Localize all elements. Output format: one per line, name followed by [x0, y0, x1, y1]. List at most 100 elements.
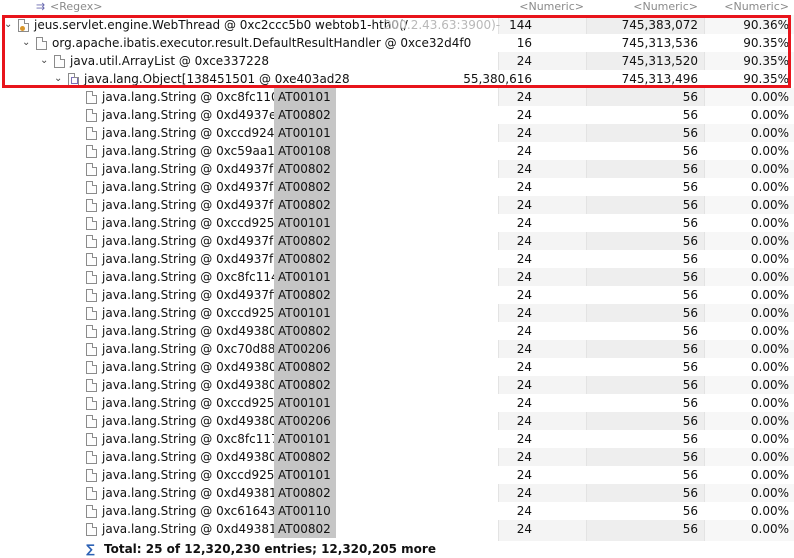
- object-file-icon: [86, 361, 97, 374]
- string-object-name: java.lang.String @ 0xd4937f38: [102, 162, 289, 176]
- total-label: Total: 25 of 12,320,230 entries; 12,320,…: [104, 542, 436, 556]
- string-row[interactable]: java.lang.String @ 0xd49380e8 AT00802 24 56…: [0, 448, 794, 466]
- shallow-heap: 24: [516, 216, 532, 230]
- shallow-heap: 24: [516, 468, 532, 482]
- string-row[interactable]: java.lang.String @ 0xd4938078 AT00802 24 56…: [0, 376, 794, 394]
- string-row[interactable]: java.lang.String @ 0xd4938120 AT00802 24 56…: [0, 484, 794, 502]
- string-row[interactable]: java.lang.String @ 0xccd925d0 AT00101 24 56…: [0, 466, 794, 484]
- retained-heap: 56: [682, 306, 698, 320]
- string-row[interactable]: java.lang.String @ 0xccd924f0 AT00101 24 56…: [0, 124, 794, 142]
- retained-heap: 56: [682, 378, 698, 392]
- string-row[interactable]: java.lang.String @ 0xc70d8888 AT00206 24 56…: [0, 340, 794, 358]
- retained-heap: 56: [682, 108, 698, 122]
- retained-heap: 56: [682, 342, 698, 356]
- retained-percent: 0.00%: [750, 468, 789, 482]
- shallow-heap: 24: [516, 342, 532, 356]
- shallow-heap: 24: [516, 198, 532, 212]
- regex-filter-input[interactable]: <Regex>: [50, 0, 102, 14]
- object-file-icon: [86, 217, 97, 230]
- string-object-name: java.lang.String @ 0xccd924f0: [102, 126, 287, 140]
- string-row[interactable]: java.lang.String @ 0xc8fc1178 AT00101 24 56…: [0, 430, 794, 448]
- shallow-heap: 24: [516, 450, 532, 464]
- string-row[interactable]: java.lang.String @ 0xd4938158 AT00802 24 56…: [0, 520, 794, 538]
- object-file-icon: [86, 397, 97, 410]
- string-object-name: java.lang.String @ 0xd49380b0: [102, 414, 292, 428]
- string-value: AT00802: [274, 448, 336, 466]
- retained-percent: 0.00%: [750, 216, 789, 230]
- retained-percent: 0.00%: [750, 486, 789, 500]
- string-row[interactable]: java.lang.String @ 0xd4937ff0 AT00802 24 56…: [0, 286, 794, 304]
- object-file-icon: [86, 433, 97, 446]
- string-row[interactable]: java.lang.String @ 0xc61643e8 AT00110 24 56…: [0, 502, 794, 520]
- string-object-name: java.lang.String @ 0xccd92528: [102, 216, 290, 230]
- string-value: AT00101: [274, 214, 336, 232]
- string-object-name: java.lang.String @ 0xd4937fa0: [102, 234, 289, 248]
- object-file-icon: [86, 379, 97, 392]
- string-value: AT00101: [274, 124, 336, 142]
- object-file-icon: [86, 325, 97, 338]
- string-row[interactable]: java.lang.String @ 0xd4937fb8 AT00802 24 56…: [0, 250, 794, 268]
- retained-percent: 0.00%: [750, 270, 789, 284]
- string-row[interactable]: java.lang.String @ 0xccd92528 AT00101 24 56…: [0, 214, 794, 232]
- shallow-heap: 24: [516, 180, 532, 194]
- retained-percent: 0.00%: [750, 252, 789, 266]
- shallow-heap: 24: [516, 378, 532, 392]
- object-file-icon: [86, 451, 97, 464]
- object-file-icon: [86, 415, 97, 428]
- string-row[interactable]: java.lang.String @ 0xc8fc1140 AT00101 24 56…: [0, 268, 794, 286]
- object-file-icon: [86, 127, 97, 140]
- string-object-name: java.lang.String @ 0xd4937fb8: [102, 252, 289, 266]
- string-row[interactable]: java.lang.String @ 0xd49380b0 AT00206 24 56…: [0, 412, 794, 430]
- string-row[interactable]: java.lang.String @ 0xd4937ee0 AT00802 24 56…: [0, 106, 794, 124]
- string-row[interactable]: java.lang.String @ 0xccd92560 AT00101 24 56…: [0, 304, 794, 322]
- string-object-name: java.lang.String @ 0xc61643e8: [102, 504, 291, 518]
- string-object-name: java.lang.String @ 0xc8fc1108: [102, 90, 287, 104]
- retained-heap: 56: [682, 324, 698, 338]
- object-file-icon: [86, 163, 97, 176]
- shallow-heap: 24: [516, 396, 532, 410]
- string-row[interactable]: java.lang.String @ 0xd4937fa0 AT00802 24 56…: [0, 232, 794, 250]
- retained-heap: 56: [682, 396, 698, 410]
- string-value: AT00101: [274, 304, 336, 322]
- shallow-heap: 24: [516, 486, 532, 500]
- shallow-heap: 24: [516, 162, 532, 176]
- shallow-heap: 24: [516, 432, 532, 446]
- string-row[interactable]: java.lang.String @ 0xccd92598 AT00101 24 56…: [0, 394, 794, 412]
- object-file-icon: [86, 271, 97, 284]
- percent-filter-input[interactable]: <Numeric>: [724, 0, 789, 14]
- string-row[interactable]: java.lang.String @ 0xc59aa100 AT00108 24 56…: [0, 142, 794, 160]
- retained-percent: 0.00%: [750, 306, 789, 320]
- string-object-name: java.lang.String @ 0xc59aa100: [102, 144, 291, 158]
- string-value: AT00802: [274, 250, 336, 268]
- retained-percent: 0.00%: [750, 126, 789, 140]
- retained-percent: 0.00%: [750, 180, 789, 194]
- string-object-name: java.lang.String @ 0xd4937ee0: [102, 108, 292, 122]
- retained-heap: 56: [682, 504, 698, 518]
- string-object-name: java.lang.String @ 0xd4938028: [102, 324, 292, 338]
- retained-heap: 56: [682, 126, 698, 140]
- string-row[interactable]: java.lang.String @ 0xd4937f38 AT00802 24 56…: [0, 160, 794, 178]
- string-value: AT00206: [274, 340, 336, 358]
- shallow-heap: 24: [516, 144, 532, 158]
- retained-percent: 0.00%: [750, 234, 789, 248]
- shallow-heap: 24: [516, 306, 532, 320]
- shallow-heap: 24: [516, 504, 532, 518]
- retained-filter-input[interactable]: <Numeric>: [633, 0, 698, 14]
- retained-percent: 0.00%: [750, 360, 789, 374]
- string-row[interactable]: java.lang.String @ 0xd4937f68 AT00802 24 56…: [0, 196, 794, 214]
- retained-percent: 0.00%: [750, 108, 789, 122]
- string-row[interactable]: java.lang.String @ 0xd4938060 AT00802 24 56…: [0, 358, 794, 376]
- string-row[interactable]: java.lang.String @ 0xc8fc1108 AT00101 24 56…: [0, 88, 794, 106]
- shallow-heap: 24: [516, 90, 532, 104]
- retained-percent: 0.00%: [750, 324, 789, 338]
- string-value: AT00802: [274, 358, 336, 376]
- string-row[interactable]: java.lang.String @ 0xd4937f50 AT00802 24 56…: [0, 178, 794, 196]
- retained-heap: 56: [682, 288, 698, 302]
- retained-heap: 56: [682, 468, 698, 482]
- retained-percent: 0.00%: [750, 504, 789, 518]
- shallow-filter-input[interactable]: <Numeric>: [519, 0, 584, 14]
- object-file-icon: [86, 469, 97, 482]
- string-row[interactable]: java.lang.String @ 0xd4938028 AT00802 24 56…: [0, 322, 794, 340]
- total-row: ∑ Total: 25 of 12,320,230 entries; 12,32…: [0, 540, 794, 558]
- string-value: AT00206: [274, 412, 336, 430]
